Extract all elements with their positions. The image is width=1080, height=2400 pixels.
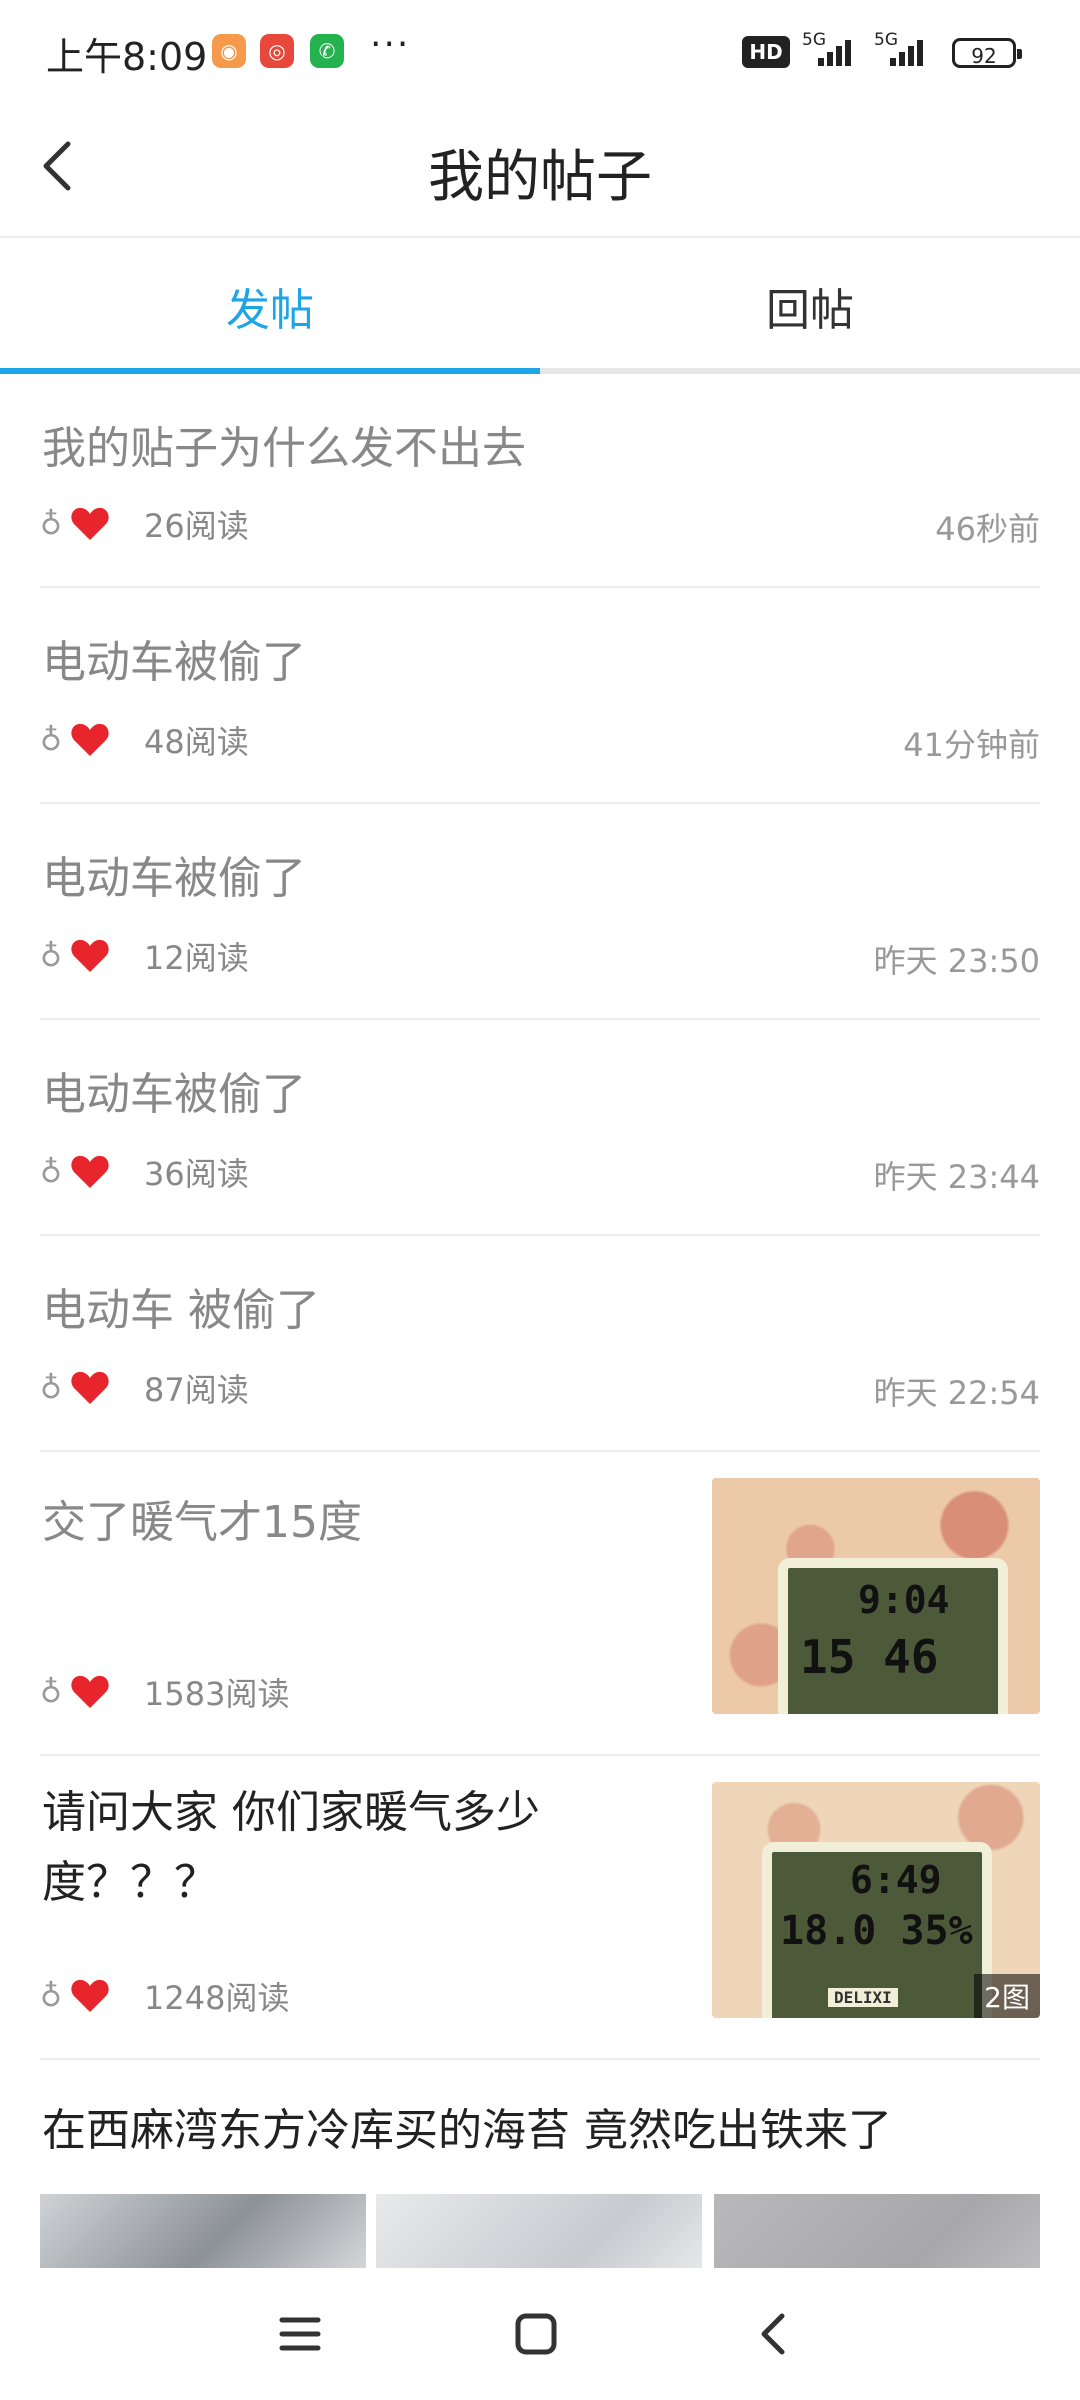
post-item[interactable]: 请问大家 你们家暖气多少度？？？ ♁ 1248阅读 6:49 18.0 35% … bbox=[40, 1756, 1040, 2060]
gender-icon: ♁ bbox=[40, 1154, 62, 1190]
gender-icon: ♁ bbox=[40, 938, 62, 974]
post-item[interactable]: 我的贴子为什么发不出去 ♁ 26阅读 46秒前 bbox=[40, 374, 1040, 588]
post-meta: ♁ 48阅读 bbox=[40, 718, 249, 762]
post-thumbnail[interactable]: 6:49 18.0 35% DELIXI 2图 bbox=[712, 1782, 1040, 2018]
heart-icon bbox=[71, 939, 109, 972]
thermometer-brand: DELIXI bbox=[828, 1988, 898, 2007]
post-time: 41分钟前 bbox=[903, 726, 1040, 764]
post-title: 电动车被偷了 bbox=[42, 637, 306, 688]
gender-icon: ♁ bbox=[40, 722, 62, 758]
post-time: 昨天 23:44 bbox=[873, 1158, 1040, 1196]
status-bar: 上午8:09 ◉ ◎ ✆ ··· HD 5G 5G 92 bbox=[0, 0, 1080, 100]
gender-icon: ♁ bbox=[40, 1674, 62, 1710]
post-meta: ♁ 12阅读 bbox=[40, 934, 249, 978]
thermometer-photo: 6:49 18.0 35% DELIXI bbox=[762, 1842, 992, 2018]
tab-bar: 发帖 回帖 bbox=[0, 238, 1080, 374]
thermometer-reading: 18.0 35% bbox=[780, 1908, 973, 1954]
post-title: 我的贴子为什么发不出去 bbox=[42, 423, 526, 474]
post-thumbnail[interactable]: 9:04 15 46 bbox=[712, 1478, 1040, 1714]
post-image-2[interactable] bbox=[376, 2194, 702, 2268]
heart-icon bbox=[71, 1371, 109, 1404]
post-time: 昨天 22:54 bbox=[873, 1374, 1040, 1412]
post-title: 在西麻湾东方冷库买的海苔 竟然吃出铁来了 bbox=[42, 2105, 892, 2156]
status-time: 上午8:09 bbox=[46, 35, 208, 79]
back-icon[interactable] bbox=[752, 2312, 796, 2356]
post-title: 请问大家 你们家暖气多少度？？？ bbox=[42, 1787, 540, 1908]
thermometer-photo: 9:04 15 46 bbox=[778, 1558, 1008, 1714]
heart-icon bbox=[71, 507, 109, 540]
post-title: 交了暖气才15度 bbox=[42, 1497, 362, 1548]
page-title: 我的帖子 bbox=[428, 145, 652, 210]
post-time: 昨天 23:50 bbox=[873, 942, 1040, 980]
battery-icon: 92 bbox=[952, 38, 1022, 68]
read-count: 87阅读 bbox=[144, 1371, 249, 1409]
read-count: 48阅读 bbox=[144, 723, 249, 761]
gender-icon: ♁ bbox=[40, 506, 62, 542]
home-icon[interactable] bbox=[514, 2312, 558, 2356]
heart-icon bbox=[71, 1155, 109, 1188]
post-item[interactable]: 交了暖气才15度 ♁ 1583阅读 9:04 15 46 bbox=[40, 1452, 1040, 1756]
heart-icon bbox=[71, 723, 109, 756]
phone-app-icon: ✆ bbox=[310, 34, 344, 68]
thermometer-time: 6:49 bbox=[850, 1858, 942, 1902]
thermometer-time: 9:04 bbox=[858, 1578, 950, 1622]
post-item[interactable]: 电动车被偷了 ♁ 12阅读 昨天 23:50 bbox=[40, 804, 1040, 1020]
post-meta: ♁ 36阅读 bbox=[40, 1150, 249, 1194]
image-count-badge: 2图 bbox=[974, 1974, 1040, 2018]
post-meta: ♁ 1248阅读 bbox=[40, 1974, 289, 2018]
gender-icon: ♁ bbox=[40, 1370, 62, 1406]
post-meta: ♁ 26阅读 bbox=[40, 502, 249, 546]
hd-voice-icon: HD bbox=[742, 36, 790, 68]
post-image-1[interactable] bbox=[40, 2194, 366, 2268]
post-title: 电动车被偷了 bbox=[42, 853, 306, 904]
notification-app-icon: ◎ bbox=[260, 34, 294, 68]
post-item[interactable]: 在西麻湾东方冷库买的海苔 竟然吃出铁来了 bbox=[40, 2060, 1040, 2268]
post-title: 电动车被偷了 bbox=[42, 1069, 306, 1120]
menu-icon[interactable] bbox=[278, 2312, 322, 2356]
read-count: 1248阅读 bbox=[144, 1979, 290, 2017]
post-item[interactable]: 电动车 被偷了 ♁ 87阅读 昨天 22:54 bbox=[40, 1236, 1040, 1452]
post-item[interactable]: 电动车被偷了 ♁ 36阅读 昨天 23:44 bbox=[40, 1020, 1040, 1236]
tab-replies[interactable]: 回帖 bbox=[540, 274, 1080, 338]
signal-icon-1 bbox=[818, 40, 851, 66]
more-notifications-icon: ··· bbox=[370, 24, 411, 65]
read-count: 26阅读 bbox=[144, 507, 249, 545]
signal-icon-2 bbox=[890, 40, 923, 66]
shopping-app-icon: ◉ bbox=[212, 34, 246, 68]
read-count: 12阅读 bbox=[144, 939, 249, 977]
post-meta: ♁ 87阅读 bbox=[40, 1366, 249, 1410]
thermometer-reading: 15 46 bbox=[800, 1630, 939, 1684]
post-title: 电动车 被偷了 bbox=[42, 1285, 320, 1336]
heart-icon bbox=[71, 1979, 109, 2012]
post-item[interactable]: 电动车被偷了 ♁ 48阅读 41分钟前 bbox=[40, 588, 1040, 804]
tab-posts[interactable]: 发帖 bbox=[0, 274, 540, 338]
post-meta: ♁ 1583阅读 bbox=[40, 1670, 289, 1714]
post-image-3[interactable] bbox=[714, 2194, 1040, 2268]
gender-icon: ♁ bbox=[40, 1978, 62, 2014]
heart-icon bbox=[71, 1675, 109, 1708]
read-count: 36阅读 bbox=[144, 1155, 249, 1193]
read-count: 1583阅读 bbox=[144, 1675, 290, 1713]
app-header: 我的帖子 bbox=[0, 100, 1080, 238]
system-navigation-bar bbox=[0, 2268, 1080, 2400]
post-time: 46秒前 bbox=[935, 510, 1040, 548]
